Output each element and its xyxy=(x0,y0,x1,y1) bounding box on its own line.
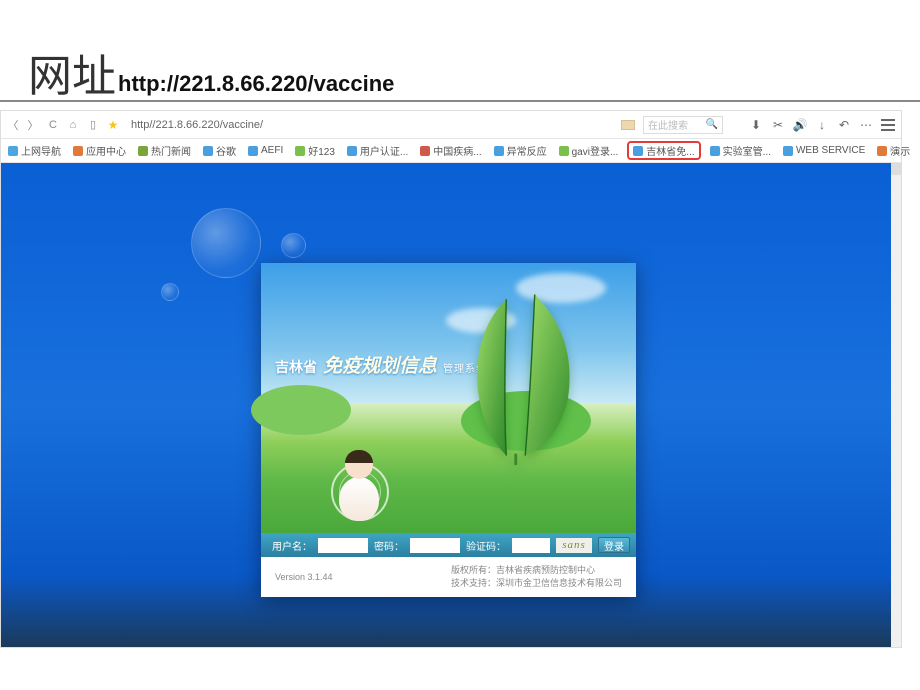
version-label: Version 3.1.44 xyxy=(275,572,333,582)
login-bar: 用户名： 密码： 验证码： sans 登录 xyxy=(261,533,636,557)
main-title: 免疫规划信息 xyxy=(323,351,437,378)
bookmark-favicon xyxy=(633,146,643,156)
forward-button[interactable]: 〉 xyxy=(27,119,39,131)
bookmark-favicon xyxy=(347,146,357,156)
province-label: 吉林省 xyxy=(275,357,317,377)
nav-bar: 〈 〉 C ⌂ ▯ ★ http//221.8.66.220/vaccine/ … xyxy=(1,111,901,139)
thumbnail-icon[interactable] xyxy=(621,120,635,130)
bookmark-item[interactable]: gavi登录... xyxy=(556,142,622,159)
undo-icon[interactable]: ↶ xyxy=(837,118,851,132)
page-viewport: 吉林省 免疫规划信息 管理系统 xyxy=(1,163,901,647)
bubble-decoration xyxy=(191,208,261,278)
bookmark-favicon xyxy=(420,146,430,156)
scissors-icon[interactable]: ✂ xyxy=(771,118,785,132)
bookmark-favicon xyxy=(559,146,569,156)
bookmark-favicon xyxy=(8,146,18,156)
book-icon[interactable]: ▯ xyxy=(87,119,99,131)
bookmark-label: 吉林省免... xyxy=(646,143,694,158)
bookmark-item[interactable]: 应用中心 xyxy=(70,142,129,159)
speaker-icon[interactable]: 🔊 xyxy=(793,118,807,132)
bubble-decoration xyxy=(281,233,306,258)
back-button[interactable]: 〈 xyxy=(7,119,19,131)
copyright-label: 版权所有：吉林省疾病预防控制中心 xyxy=(451,564,622,578)
bookmark-label: 中国疾病... xyxy=(433,143,481,158)
bookmark-item[interactable]: WEB SERVICE xyxy=(780,144,868,157)
bookmark-item[interactable]: 实验室管... xyxy=(707,142,774,159)
bookmark-favicon xyxy=(494,146,504,156)
bookmark-label: gavi登录... xyxy=(572,143,619,158)
captcha-input[interactable] xyxy=(512,538,550,553)
password-label: 密码： xyxy=(374,538,404,553)
label-url-zh: 网址 xyxy=(28,40,116,104)
password-input[interactable] xyxy=(410,538,460,553)
bookmark-label: WEB SERVICE xyxy=(796,145,865,156)
bookmark-label: 谷歌 xyxy=(216,143,236,158)
bookmark-label: 上网导航 xyxy=(21,143,61,158)
bookmark-favicon xyxy=(138,146,148,156)
reload-button[interactable]: C xyxy=(47,119,59,131)
download-icon[interactable]: ⬇ xyxy=(749,118,763,132)
bookmark-item[interactable]: 上网导航 xyxy=(5,142,64,159)
more-icon[interactable]: ⋯ xyxy=(859,118,873,132)
bookmark-item[interactable]: 谷歌 xyxy=(200,142,239,159)
bookmark-favicon xyxy=(783,146,793,156)
label-url: http://221.8.66.220/vaccine xyxy=(118,71,394,97)
bookmark-favicon xyxy=(295,146,305,156)
bookmark-label: 应用中心 xyxy=(86,143,126,158)
title-divider xyxy=(0,100,920,102)
username-input[interactable] xyxy=(318,538,368,553)
slide-title: 网址 http://221.8.66.220/vaccine xyxy=(28,40,394,104)
bookmark-label: 用户认证... xyxy=(360,143,408,158)
bookmark-item[interactable]: 中国疾病... xyxy=(417,142,484,159)
bookmarks-bar: 上网导航 应用中心 热门新闻 谷歌 AEFI 好123 用户认证... 中国疾病... 异常反应… xyxy=(1,139,901,163)
search-icon: 🔍 xyxy=(706,119,718,130)
baby-illustration xyxy=(331,451,386,521)
bookmark-label: 实验室管... xyxy=(723,143,771,158)
address-bar[interactable]: http//221.8.66.220/vaccine/ xyxy=(127,119,547,131)
bookmark-label: 异常反应 xyxy=(507,143,547,158)
tech-support-label: 技术支持：深圳市金卫信信息技术有限公司 xyxy=(451,577,622,591)
search-placeholder: 在此搜索 xyxy=(648,117,688,132)
captcha-image[interactable]: sans xyxy=(556,538,592,553)
close-bookmarks-button[interactable]: × xyxy=(889,145,895,156)
bookmark-label: 热门新闻 xyxy=(151,143,191,158)
login-footer: Version 3.1.44 版权所有：吉林省疾病预防控制中心 技术支持：深圳市… xyxy=(261,557,636,597)
bookmark-item[interactable]: 异常反应 xyxy=(491,142,550,159)
browser-window: 〈 〉 C ⌂ ▯ ★ http//221.8.66.220/vaccine/ … xyxy=(0,110,902,648)
bookmark-favicon xyxy=(710,146,720,156)
search-box[interactable]: 在此搜索 🔍 xyxy=(643,116,723,134)
username-label: 用户名： xyxy=(272,538,312,553)
bookmark-label: 好123 xyxy=(308,143,335,158)
login-panel: 吉林省 免疫规划信息 管理系统 xyxy=(261,263,636,597)
bookmark-favicon xyxy=(73,146,83,156)
login-button[interactable]: 登录 xyxy=(598,537,630,553)
star-icon[interactable]: ★ xyxy=(107,119,119,131)
bookmark-item[interactable]: 吉林省免... xyxy=(627,141,700,160)
land-banner xyxy=(261,403,636,533)
menu-icon[interactable] xyxy=(881,119,895,131)
bookmark-favicon xyxy=(248,146,258,156)
bookmark-item[interactable]: 用户认证... xyxy=(344,142,411,159)
bookmark-item[interactable]: 好123 xyxy=(292,142,338,159)
bookmark-favicon xyxy=(877,146,887,156)
hill-decoration xyxy=(251,385,351,435)
bookmark-item[interactable]: AEFI xyxy=(245,144,286,157)
bubble-decoration xyxy=(161,283,179,301)
bookmark-item[interactable]: 热门新闻 xyxy=(135,142,194,159)
home-button[interactable]: ⌂ xyxy=(67,119,79,131)
captcha-label: 验证码： xyxy=(466,538,506,553)
down-arrow-icon[interactable]: ↓ xyxy=(815,118,829,132)
bookmark-label: AEFI xyxy=(261,145,283,156)
vertical-scrollbar[interactable] xyxy=(891,163,901,647)
leaf-icon xyxy=(453,285,588,465)
bookmark-favicon xyxy=(203,146,213,156)
